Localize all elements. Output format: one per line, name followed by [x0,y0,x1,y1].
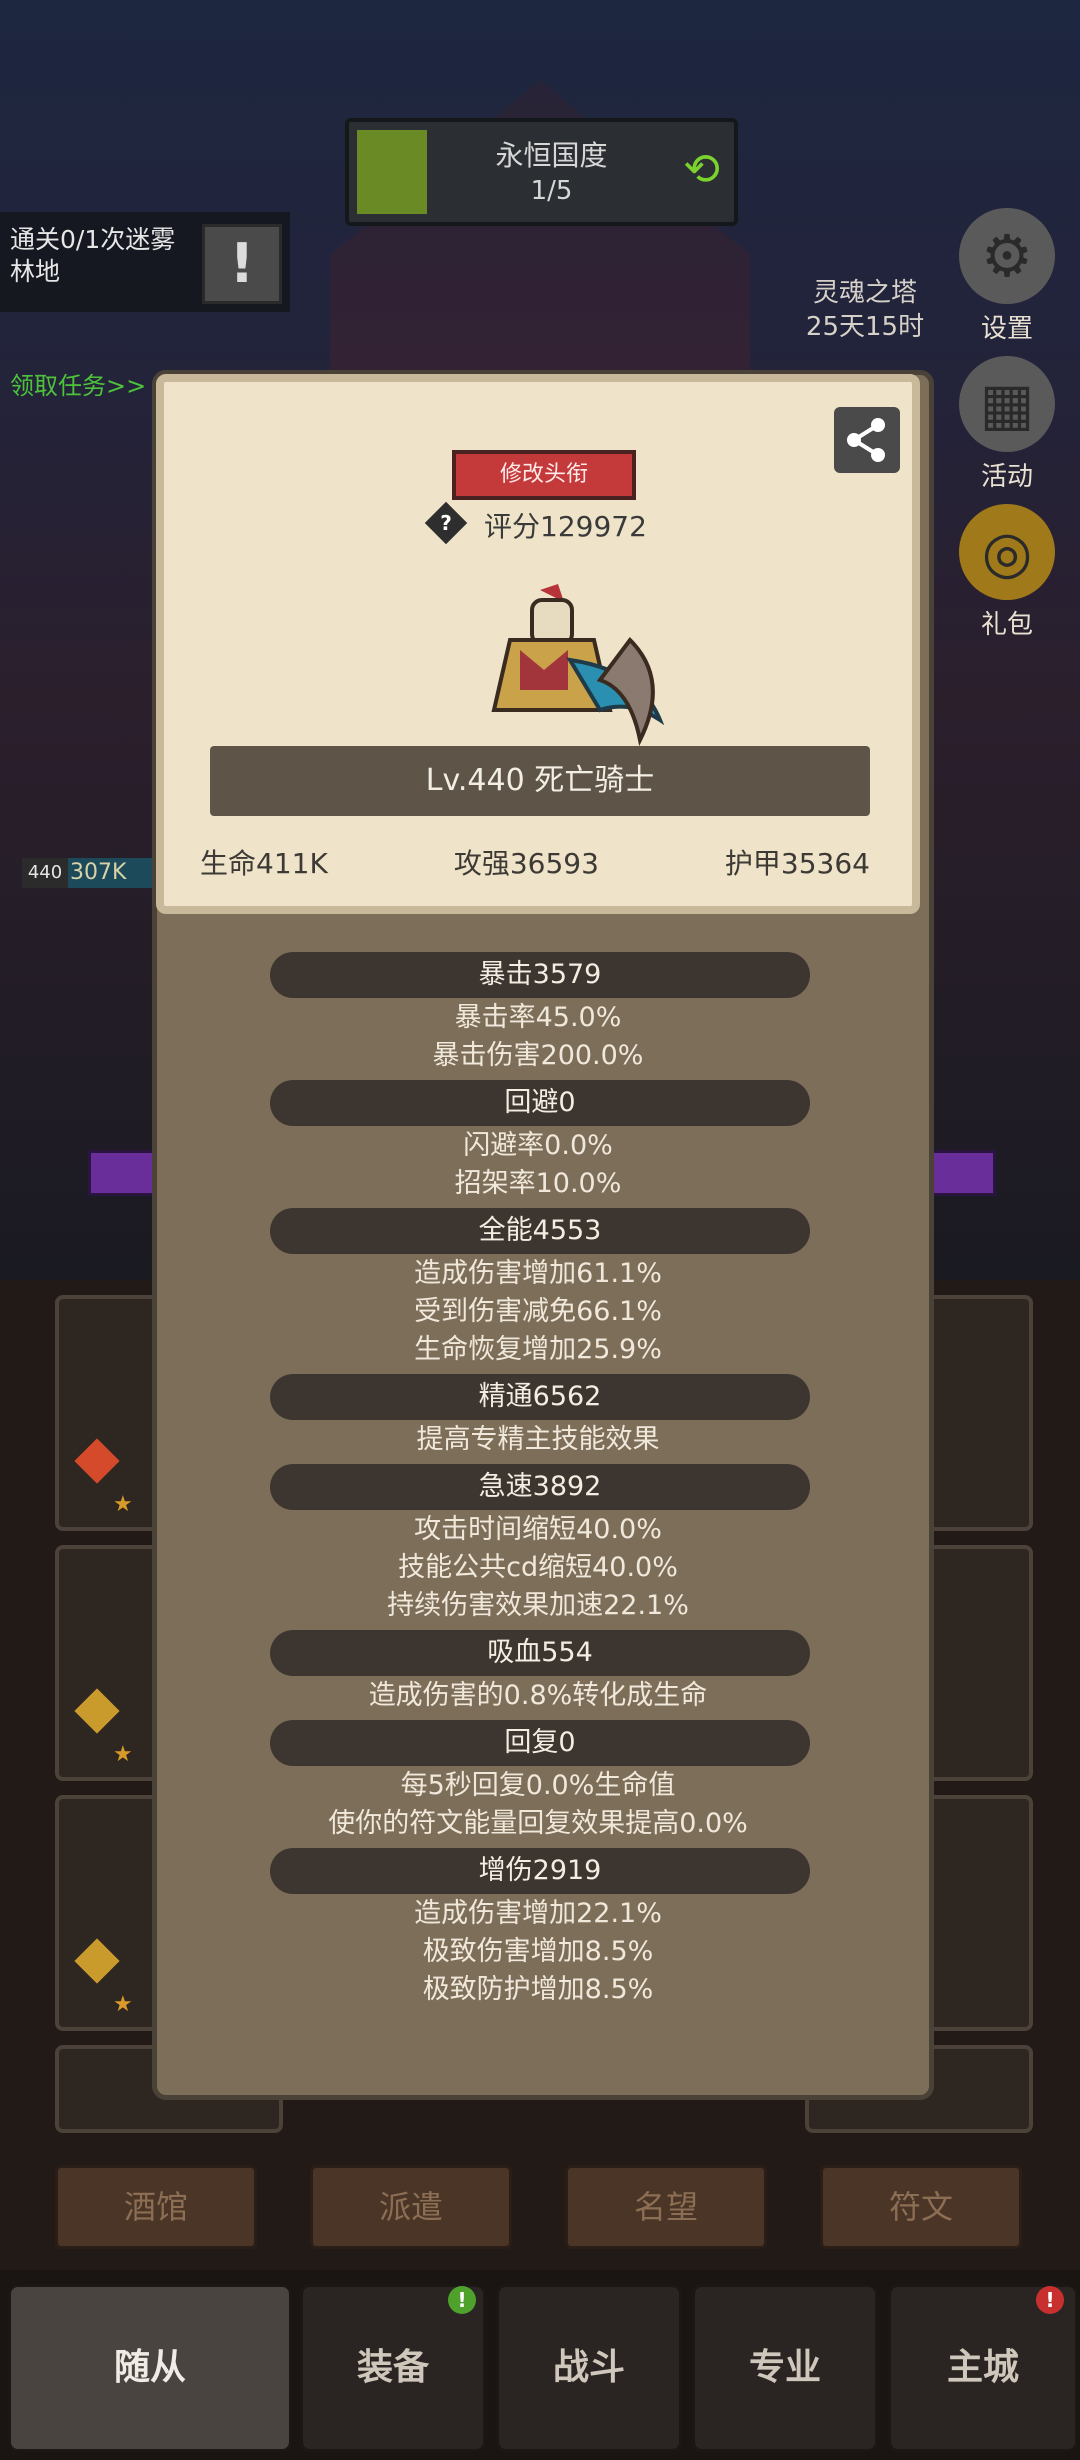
zone-banner[interactable]: 永恒国度 1/5 ⟲ [345,118,738,226]
hero-portrait [491,584,665,747]
nav-profession[interactable]: 专业 [692,2284,878,2452]
star-icon: ★ [113,1992,133,2017]
quest-text: 通关0/1次迷雾林地 [10,225,176,286]
refresh-icon[interactable]: ⟲ [683,148,720,192]
hero-hp: 生命411K [200,847,328,880]
attribute-detail: 造成伤害增加61.1% [414,1258,662,1289]
gift-button[interactable]: ◎ 礼包 [942,504,1072,641]
attribute-detail: 受到伤害减免66.1% [414,1296,662,1327]
hero-name: Lv.440 死亡骑士 [210,746,870,816]
attribute-detail: 技能公共cd缩短40.0% [398,1552,678,1583]
rune-button[interactable]: 符文 [820,2165,1022,2249]
attribute-detail: 闪避率0.0% [463,1130,613,1161]
tower-name: 灵魂之塔 [812,278,917,308]
attribute-detail: 招架率10.0% [454,1168,622,1199]
zone-icon [357,130,427,214]
hp-value: 307K [70,860,127,885]
attribute-detail: 暴击率45.0% [454,1002,622,1033]
attribute-detail: 持续伤害效果加速22.1% [387,1590,689,1621]
attribute-header-versatility: 全能4553 [270,1208,810,1254]
gift-label: 礼包 [980,610,1033,640]
hero-score: 评分129972 [484,510,647,543]
attribute-header-leech: 吸血554 [270,1630,810,1676]
activity-label: 活动 [980,462,1033,492]
notification-badge: ! [1036,2286,1064,2314]
attribute-detail: 每5秒回复0.0%生命值 [400,1770,676,1801]
gear-icon: ⚙ [959,208,1055,304]
calendar-icon: ▦ [959,356,1055,452]
battle-hp-bar: 440 307K [22,858,162,888]
attribute-detail: 攻击时间缩短40.0% [414,1514,662,1545]
alert-icon[interactable]: ! [202,224,282,304]
activity-button[interactable]: ▦ 活动 [942,356,1072,493]
attribute-detail: 极致防护增加8.5% [422,1974,654,2005]
attribute-header-haste: 急速3892 [270,1464,810,1510]
attribute-detail: 造成伤害增加22.1% [414,1898,662,1929]
tower-time: 25天15时 [805,312,925,342]
quest-tracker[interactable]: 通关0/1次迷雾林地 ! [0,212,290,312]
attribute-detail: 造成伤害的0.8%转化成生命 [368,1680,708,1711]
star-icon: ★ [113,1492,133,1517]
attribute-detail: 提高专精主技能效果 [416,1424,660,1455]
claim-quest-link[interactable]: 领取任务>> [10,366,146,401]
fame-button[interactable]: 名望 [565,2165,767,2249]
hero-armor: 护甲35364 [724,847,870,880]
hp-level: 440 [22,858,68,888]
attribute-detail: 生命恢复增加25.9% [414,1334,662,1365]
attribute-detail: 极致伤害增加8.5% [422,1936,654,1967]
zone-name: 永恒国度 [495,139,608,172]
purple-bar-right [925,1150,996,1196]
share-button[interactable] [834,407,900,473]
attribute-header-recovery: 回复0 [270,1720,810,1766]
nav-followers[interactable]: 随从 [8,2284,292,2452]
hero-core-stats: 生命411K 攻强36593 护甲35364 [200,842,870,882]
nav-battle[interactable]: 战斗 [496,2284,682,2452]
star-icon: ★ [113,1742,133,1767]
attribute-detail: 使你的符文能量回复效果提高0.0% [328,1808,748,1839]
attribute-detail: 暴击伤害200.0% [432,1040,644,1071]
dispatch-button[interactable]: 派遣 [310,2165,512,2249]
soul-tower-button[interactable]: 灵魂之塔 25天15时 [790,276,940,344]
settings-button[interactable]: ⚙ 设置 [942,208,1072,345]
notification-badge: ! [448,2286,476,2314]
tavern-button[interactable]: 酒馆 [55,2165,257,2249]
attribute-header-damage-bonus: 增伤2919 [270,1848,810,1894]
attribute-header-avoidance: 回避0 [270,1080,810,1126]
attribute-header-mastery: 精通6562 [270,1374,810,1420]
coin-icon: ◎ [959,504,1055,600]
hero-attack: 攻强36593 [453,847,599,880]
share-icon [847,418,885,462]
help-icon[interactable]: ? [424,501,468,545]
attribute-header-crit: 暴击3579 [270,952,810,998]
settings-label: 设置 [980,314,1033,344]
modify-title-button[interactable]: 修改头衔 [452,450,636,500]
zone-progress: 1/5 [530,176,573,206]
